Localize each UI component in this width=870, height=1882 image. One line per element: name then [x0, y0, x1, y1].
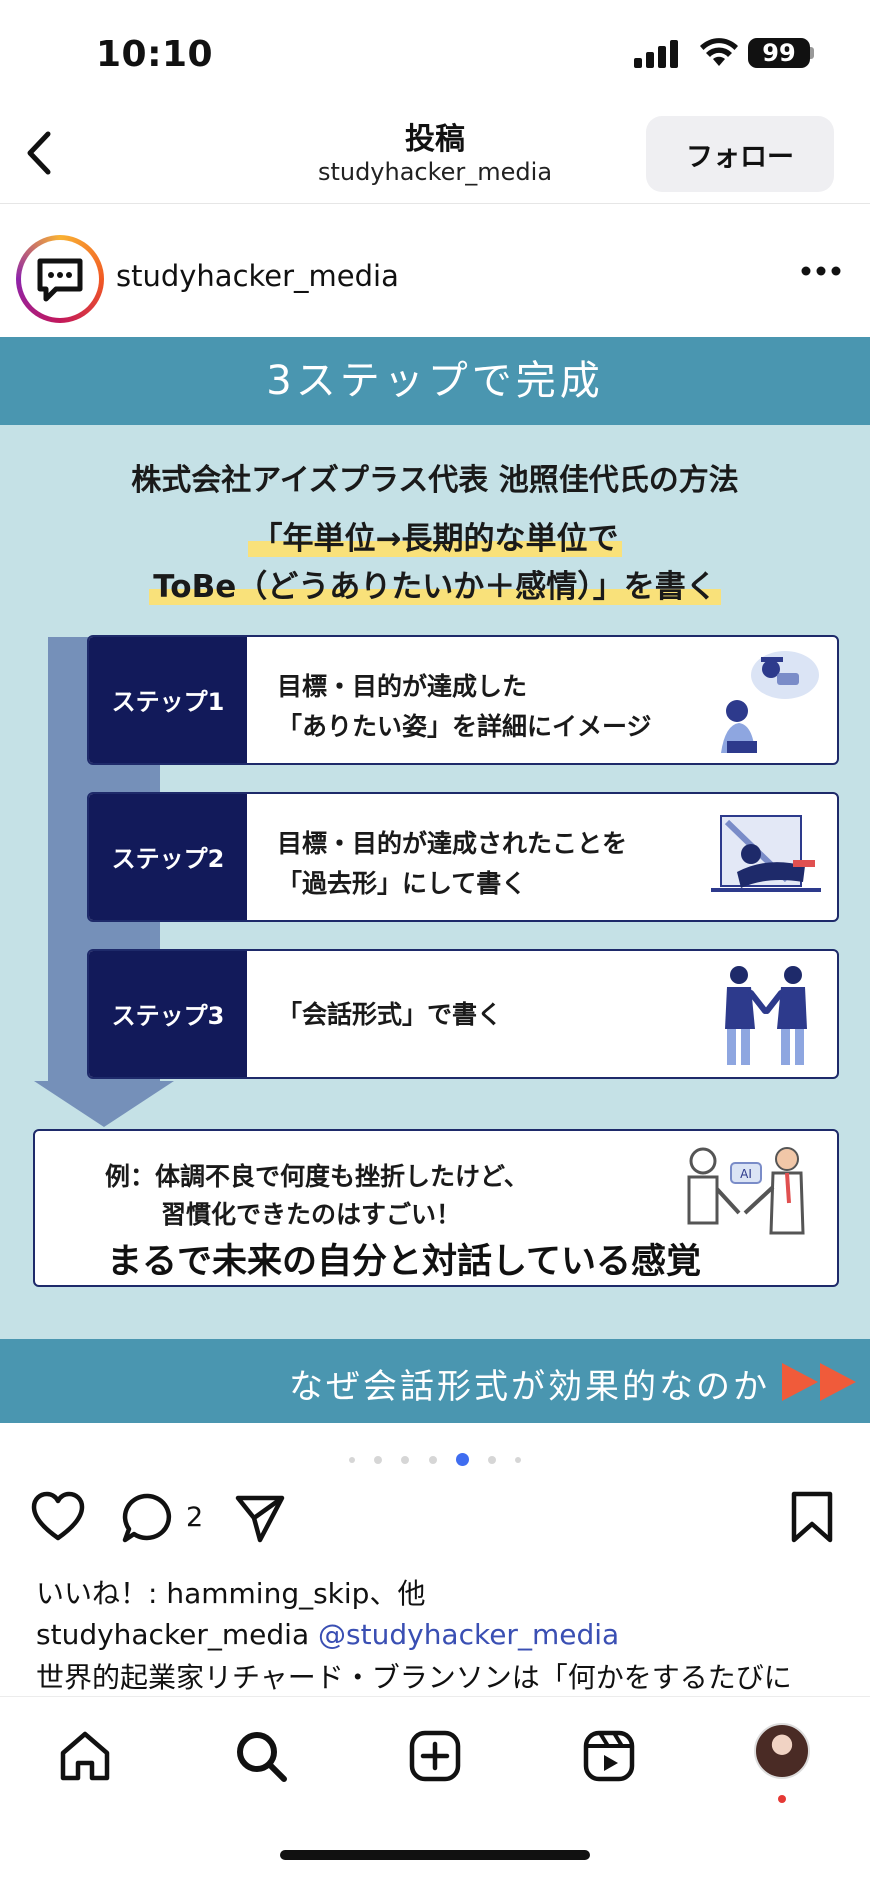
carousel-dot — [487, 1455, 496, 1464]
step-text-line: 「ありたい姿」を詳細にイメージ — [277, 712, 652, 741]
card-banner: 3ステップで完成 — [0, 337, 870, 425]
carousel-dot — [428, 1455, 437, 1464]
caption-mention[interactable]: @studyhacker_media — [318, 1618, 619, 1651]
post-actions-row: 2 — [0, 1490, 870, 1550]
carousel-dot — [349, 1456, 356, 1463]
likes-summary[interactable]: いいね！: hamming_skip、他 — [36, 1572, 425, 1612]
likes-suffix: 、他 — [369, 1577, 426, 1610]
caption-text[interactable]: 世界的起業家リチャード・ブランソンは「何かをするたびに — [36, 1656, 836, 1696]
step-label: ステップ2 — [89, 794, 247, 920]
likes-prefix: いいね！: — [36, 1577, 167, 1610]
carousel-indicator — [0, 1449, 870, 1466]
carousel-dot-active — [455, 1453, 469, 1466]
two-people-conversation-illustration-icon — [725, 966, 807, 1065]
home-indicator — [280, 1850, 590, 1860]
likes-user[interactable]: hamming_skip — [166, 1577, 369, 1610]
step-text: 目標・目的が達成した 「ありたい姿」を詳細にイメージ — [277, 667, 652, 747]
step-card-2: ステップ2 目標・目的が達成されたことを 「過去形」にして書く — [87, 792, 839, 922]
example-line-2: 習慣化できたのはすごい！ — [161, 1200, 462, 1229]
cellular-signal-icon — [634, 40, 678, 68]
carousel-dot — [401, 1455, 410, 1464]
battery-tip — [810, 47, 814, 59]
share-send-icon[interactable] — [232, 1490, 288, 1546]
step-text-line: 目標・目的が達成されたことを — [277, 829, 628, 858]
step-label: ステップ1 — [89, 637, 247, 763]
example-box: 例：体調不良で何度も挫折したけど、 習慣化できたのはすごい！ まるで未来の自分と… — [33, 1129, 839, 1287]
chat-bubble-logo-icon — [37, 258, 83, 302]
caption-header: studyhacker_media @studyhacker_media — [36, 1618, 619, 1651]
wifi-icon — [700, 38, 738, 66]
step-text: 「会話形式」で書く — [277, 995, 502, 1035]
battery-icon: 99 — [748, 38, 810, 68]
create-post-icon[interactable] — [408, 1729, 462, 1783]
bookmark-icon[interactable] — [790, 1490, 834, 1546]
post-author-row: studyhacker_media — [0, 205, 870, 337]
profile-avatar-tab[interactable] — [754, 1723, 810, 1779]
like-heart-icon[interactable] — [30, 1490, 86, 1546]
more-options-icon[interactable] — [800, 265, 842, 277]
highlight-text-2: ToBe（どうありたいか＋感情）」を書く — [149, 569, 721, 605]
notification-dot — [778, 1795, 786, 1803]
card-headline: 株式会社アイズプラス代表 池照佳代氏の方法 — [131, 463, 739, 498]
flow-arrow-head — [34, 1081, 174, 1127]
caption-username[interactable]: studyhacker_media — [36, 1618, 309, 1651]
step-text-line: 「過去形」にして書く — [277, 869, 527, 898]
step-label: ステップ3 — [89, 951, 247, 1077]
double-play-arrow-icon — [782, 1363, 856, 1401]
status-time: 10:10 — [96, 34, 214, 75]
example-line-1: 例：体調不良で何度も挫折したけど、 — [105, 1162, 529, 1191]
ai-tag: AI — [740, 1167, 752, 1181]
step-text-line: 「会話形式」で書く — [277, 1000, 503, 1029]
card-footer-banner: なぜ会話形式が効果的なのか — [0, 1339, 870, 1423]
highlight-line-2: ToBe（どうありたいか＋感情）」を書く — [0, 561, 870, 606]
highlight-line-1: 「年単位→長期的な単位で — [0, 513, 870, 558]
robot-handshake-illustration-icon: AI — [687, 1147, 805, 1235]
footer-text: なぜ会話形式が効果的なのか — [289, 1367, 770, 1407]
comment-bubble-icon[interactable] — [120, 1490, 176, 1546]
carousel-dot — [374, 1455, 383, 1464]
reels-icon[interactable] — [582, 1729, 636, 1783]
writing-desk-illustration-icon — [711, 815, 821, 892]
author-username[interactable]: studyhacker_media — [116, 259, 399, 293]
home-icon[interactable] — [58, 1729, 112, 1783]
avatar-inner — [21, 240, 99, 318]
step-text-line: 目標・目的が達成した — [277, 672, 528, 701]
step-card-3: ステップ3 「会話形式」で書く — [87, 949, 839, 1079]
author-avatar[interactable] — [16, 235, 104, 323]
post-image[interactable]: 3ステップで完成 株式会社アイズプラス代表 池照佳代氏の方法 「年単位→長期的な… — [0, 337, 870, 1423]
example-main-text: まるで未来の自分と対話している感覚 — [107, 1242, 701, 1282]
graduation-dream-illustration-icon — [721, 651, 819, 753]
carousel-dot — [514, 1456, 521, 1463]
search-icon[interactable] — [234, 1729, 288, 1783]
comment-count: 2 — [186, 1502, 204, 1533]
post-header-bar: 投稿 studyhacker_media フォロー — [0, 100, 870, 204]
follow-button[interactable]: フォロー — [646, 116, 834, 192]
step-card-1: ステップ1 目標・目的が達成した 「ありたい姿」を詳細にイメージ — [87, 635, 839, 765]
step-text: 目標・目的が達成されたことを 「過去形」にして書く — [277, 824, 627, 904]
highlight-text-1: 「年単位→長期的な単位で — [247, 521, 623, 557]
status-bar: 10:10 99 — [0, 0, 870, 100]
